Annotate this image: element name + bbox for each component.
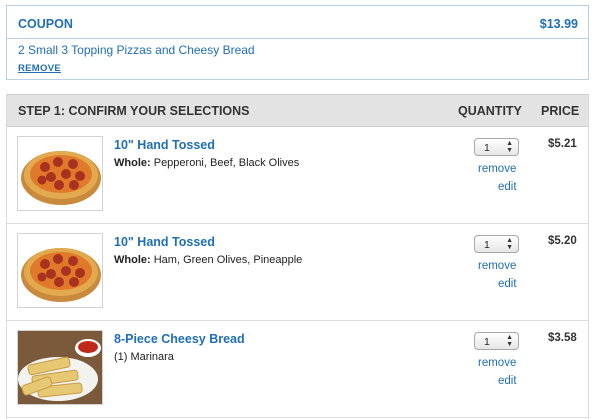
pepperoni-pizza-image — [17, 136, 103, 211]
item-detail: Whole: Pepperoni, Beef, Black Olives — [114, 157, 299, 169]
coupon-panel: COUPON $13.99 2 Small 3 Topping Pizzas a… — [6, 5, 589, 80]
selections-table-header: STEP 1: CONFIRM YOUR SELECTIONS QUANTITY… — [7, 94, 588, 127]
coupon-price: $13.99 — [539, 17, 578, 31]
item-name-link[interactable]: 8-Piece Cheesy Bread — [114, 332, 245, 346]
table-row: 10" Hand Tossed Whole: Ham, Green Olives… — [7, 224, 588, 321]
remove-item-link[interactable]: remove — [478, 163, 516, 175]
item-toppings: Ham, Green Olives, Pineapple — [150, 254, 303, 266]
remove-item-link[interactable]: remove — [478, 260, 516, 272]
item-price: $5.21 — [548, 138, 577, 150]
item-name-link[interactable]: 10" Hand Tossed — [114, 138, 215, 152]
price-column-header: PRICE — [541, 104, 580, 118]
item-price: $3.58 — [548, 332, 577, 344]
step-heading: STEP 1: CONFIRM YOUR SELECTIONS — [18, 104, 250, 118]
item-sauce: (1) Marinara — [114, 351, 174, 363]
coupon-header: COUPON $13.99 — [7, 6, 588, 39]
selections-table: STEP 1: CONFIRM YOUR SELECTIONS QUANTITY… — [6, 94, 589, 419]
quantity-value: 1 — [484, 142, 490, 154]
item-price: $5.20 — [548, 235, 577, 247]
stepper-arrows-icon: ▲ ▼ — [506, 334, 513, 348]
quantity-value: 1 — [484, 336, 490, 348]
coupon-remove-link[interactable]: REMOVE — [18, 63, 61, 74]
coupon-title: COUPON — [18, 17, 73, 31]
item-toppings: Pepperoni, Beef, Black Olives — [150, 157, 300, 169]
quantity-column-header: QUANTITY — [458, 104, 522, 118]
cheesy-bread-image — [17, 330, 103, 405]
remove-item-link[interactable]: remove — [478, 357, 516, 369]
pepperoni-pizza-image — [17, 233, 103, 308]
item-detail: (1) Marinara — [114, 351, 174, 363]
coupon-description: 2 Small 3 Topping Pizzas and Cheesy Brea… — [18, 43, 255, 57]
quantity-select[interactable]: 1 ▲ ▼ — [474, 332, 519, 350]
table-row: 10" Hand Tossed Whole: Pepperoni, Beef, … — [7, 127, 588, 224]
stepper-arrows-icon: ▲ ▼ — [506, 237, 513, 251]
quantity-select[interactable]: 1 ▲ ▼ — [474, 138, 519, 156]
item-name-link[interactable]: 10" Hand Tossed — [114, 235, 215, 249]
quantity-value: 1 — [484, 239, 490, 251]
item-detail-prefix: Whole: — [114, 254, 151, 266]
quantity-select[interactable]: 1 ▲ ▼ — [474, 235, 519, 253]
stepper-arrows-icon: ▲ ▼ — [506, 140, 513, 154]
item-detail-prefix: Whole: — [114, 157, 151, 169]
edit-item-link[interactable]: edit — [498, 278, 517, 290]
edit-item-link[interactable]: edit — [498, 181, 517, 193]
edit-item-link[interactable]: edit — [498, 375, 517, 387]
table-row: 8-Piece Cheesy Bread (1) Marinara 1 ▲ ▼ r… — [7, 321, 588, 418]
item-detail: Whole: Ham, Green Olives, Pineapple — [114, 254, 302, 266]
